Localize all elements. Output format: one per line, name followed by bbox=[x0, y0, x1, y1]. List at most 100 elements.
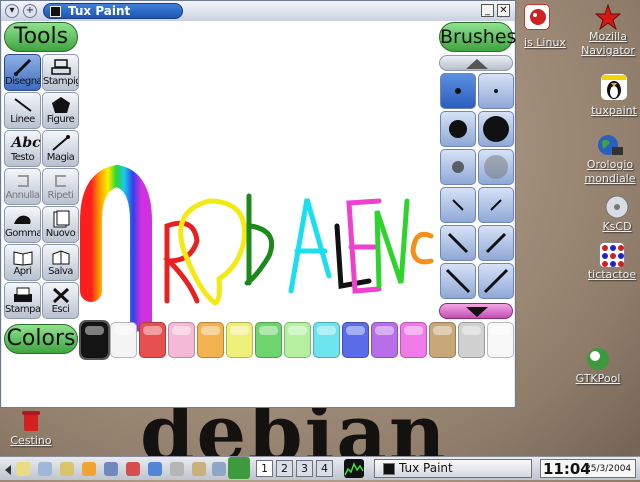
pool-ball-icon bbox=[585, 346, 611, 372]
workspace-1-button[interactable]: 1 bbox=[256, 460, 273, 477]
color-swatch[interactable] bbox=[458, 322, 485, 358]
window-titlebar[interactable]: ▾ + Tux Paint _ ✕ bbox=[1, 1, 515, 21]
tool-ripeti-button[interactable]: Ripeti bbox=[42, 168, 79, 205]
window-menu-down-icon[interactable]: ▾ bbox=[5, 4, 19, 18]
mail-icon[interactable] bbox=[212, 462, 226, 476]
tool-label: Stampiglia bbox=[43, 76, 78, 87]
brush-medium-round[interactable] bbox=[440, 111, 476, 147]
tool-stampiglia-button[interactable]: Stampiglia bbox=[42, 54, 79, 91]
workspace-2-button[interactable]: 2 bbox=[276, 460, 293, 477]
tool-esci-button[interactable]: Esci bbox=[42, 282, 79, 319]
color-swatch[interactable] bbox=[139, 322, 166, 358]
tool-magia-button[interactable]: Magia bbox=[42, 130, 79, 167]
brush-soft-icon bbox=[452, 161, 464, 173]
brush-slash-small-alt[interactable] bbox=[478, 187, 514, 223]
tool-label: Nuovo bbox=[45, 228, 76, 239]
color-swatch[interactable] bbox=[313, 322, 340, 358]
brush-slash-large[interactable] bbox=[440, 225, 476, 261]
color-swatch[interactable] bbox=[284, 322, 311, 358]
tool-testo-button[interactable]: Abc Testo bbox=[4, 130, 41, 167]
kde-gear-menu-icon[interactable] bbox=[16, 462, 30, 476]
desktop-icon-kscd[interactable]: KsCD bbox=[594, 194, 640, 234]
tool-label: Ripeti bbox=[47, 190, 74, 201]
tool-disegna-button[interactable]: Disegna bbox=[4, 54, 41, 91]
pentagon-shape-icon bbox=[50, 96, 72, 114]
desktop-icon-label: tuxpaint bbox=[591, 104, 637, 117]
up-arrow-icon bbox=[466, 59, 488, 69]
color-swatch[interactable] bbox=[429, 322, 456, 358]
desktop-icon-gtkpool[interactable]: GTKPool bbox=[568, 346, 628, 386]
color-swatch[interactable] bbox=[342, 322, 369, 358]
tool-apri-button[interactable]: Apri bbox=[4, 244, 41, 281]
taskbar-task-tux-paint[interactable]: Tux Paint bbox=[374, 459, 532, 478]
brush-small-round[interactable] bbox=[440, 73, 476, 109]
color-swatch[interactable] bbox=[226, 322, 253, 358]
home-folder-icon[interactable] bbox=[60, 462, 74, 476]
tool-label: Apri bbox=[13, 266, 32, 277]
package-manager-icon[interactable] bbox=[228, 457, 250, 479]
brush-dot-icon bbox=[494, 89, 498, 93]
desktop-icon-tictactoe[interactable]: tictactoe bbox=[584, 242, 640, 282]
desktop-icon-world-clock[interactable]: Orologio mondiale bbox=[580, 132, 640, 186]
desktop-icon-mozilla[interactable]: Mozilla Navigator bbox=[576, 3, 640, 58]
task-title: Tux Paint bbox=[399, 461, 453, 475]
terminal-icon[interactable] bbox=[104, 462, 118, 476]
color-swatch[interactable] bbox=[371, 322, 398, 358]
tuxpaint-app-icon bbox=[50, 6, 61, 17]
brush-slash-icon bbox=[452, 199, 464, 211]
color-swatch[interactable] bbox=[168, 322, 195, 358]
tool-annulla-button[interactable]: Annulla bbox=[4, 168, 41, 205]
tool-label: Salva bbox=[48, 266, 73, 277]
settings-icon[interactable] bbox=[38, 462, 52, 476]
brush-tiny-round[interactable] bbox=[478, 73, 514, 109]
desktop-icon-cestino[interactable]: Cestino bbox=[6, 408, 56, 448]
tool-gomma-button[interactable]: Gomma bbox=[4, 206, 41, 243]
desktop-icon-tuxpaint[interactable]: tuxpaint bbox=[588, 74, 640, 118]
color-swatch[interactable] bbox=[487, 322, 514, 358]
color-swatch[interactable] bbox=[400, 322, 427, 358]
brush-slash-small[interactable] bbox=[440, 187, 476, 223]
workspace-4-button[interactable]: 4 bbox=[316, 460, 333, 477]
brush-soft-icon bbox=[484, 155, 508, 179]
window-stick-plus-icon[interactable]: + bbox=[23, 4, 37, 18]
pen-icon[interactable] bbox=[192, 462, 206, 476]
tool-stampa-button[interactable]: Stampa bbox=[4, 282, 41, 319]
color-swatch-selected[interactable] bbox=[79, 320, 110, 360]
tool-salva-button[interactable]: Salva bbox=[42, 244, 79, 281]
tuxpaint-penguin-icon bbox=[601, 74, 627, 100]
brushes-scroll-down-button[interactable] bbox=[439, 303, 513, 319]
brush-slash-xl[interactable] bbox=[440, 263, 476, 299]
brush-soft-small[interactable] bbox=[440, 149, 476, 185]
tool-figure-button[interactable]: Figure bbox=[42, 92, 79, 129]
brush-large-round[interactable] bbox=[478, 111, 514, 147]
open-book-icon bbox=[12, 248, 34, 266]
taskbar-left-arrow-icon[interactable] bbox=[4, 462, 12, 476]
debian-linux-icon bbox=[524, 4, 550, 30]
clock[interactable]: 11:04 25/3/2004 bbox=[540, 459, 636, 478]
file-manager-icon[interactable] bbox=[82, 462, 96, 476]
brush-slash-icon bbox=[445, 268, 471, 294]
color-swatch[interactable] bbox=[197, 322, 224, 358]
brushes-scroll-up-button[interactable] bbox=[439, 55, 513, 71]
down-arrow-icon bbox=[466, 307, 488, 317]
minimize-button[interactable]: _ bbox=[481, 4, 494, 17]
tool-nuovo-button[interactable]: Nuovo bbox=[42, 206, 79, 243]
undo-icon bbox=[12, 172, 34, 190]
brush-dot-icon bbox=[449, 120, 467, 138]
close-button[interactable]: ✕ bbox=[497, 4, 510, 17]
color-swatch[interactable] bbox=[255, 322, 282, 358]
desktop-icon-linux[interactable]: is Linux bbox=[512, 4, 566, 50]
workspace-3-button[interactable]: 3 bbox=[296, 460, 313, 477]
brushes-header: Brushes bbox=[439, 22, 516, 52]
color-swatch[interactable] bbox=[110, 322, 137, 358]
world-clock-icon bbox=[597, 132, 623, 158]
brush-slash-large-alt[interactable] bbox=[478, 225, 514, 261]
magic-wand-icon bbox=[50, 134, 72, 152]
browser-icon[interactable] bbox=[126, 462, 140, 476]
tools-icon[interactable] bbox=[170, 462, 184, 476]
editor-icon[interactable] bbox=[148, 462, 162, 476]
brush-soft-large[interactable] bbox=[478, 149, 514, 185]
tool-linee-button[interactable]: Linee bbox=[4, 92, 41, 129]
brush-slash-xl-alt[interactable] bbox=[478, 263, 514, 299]
drawing-canvas[interactable] bbox=[79, 51, 437, 341]
